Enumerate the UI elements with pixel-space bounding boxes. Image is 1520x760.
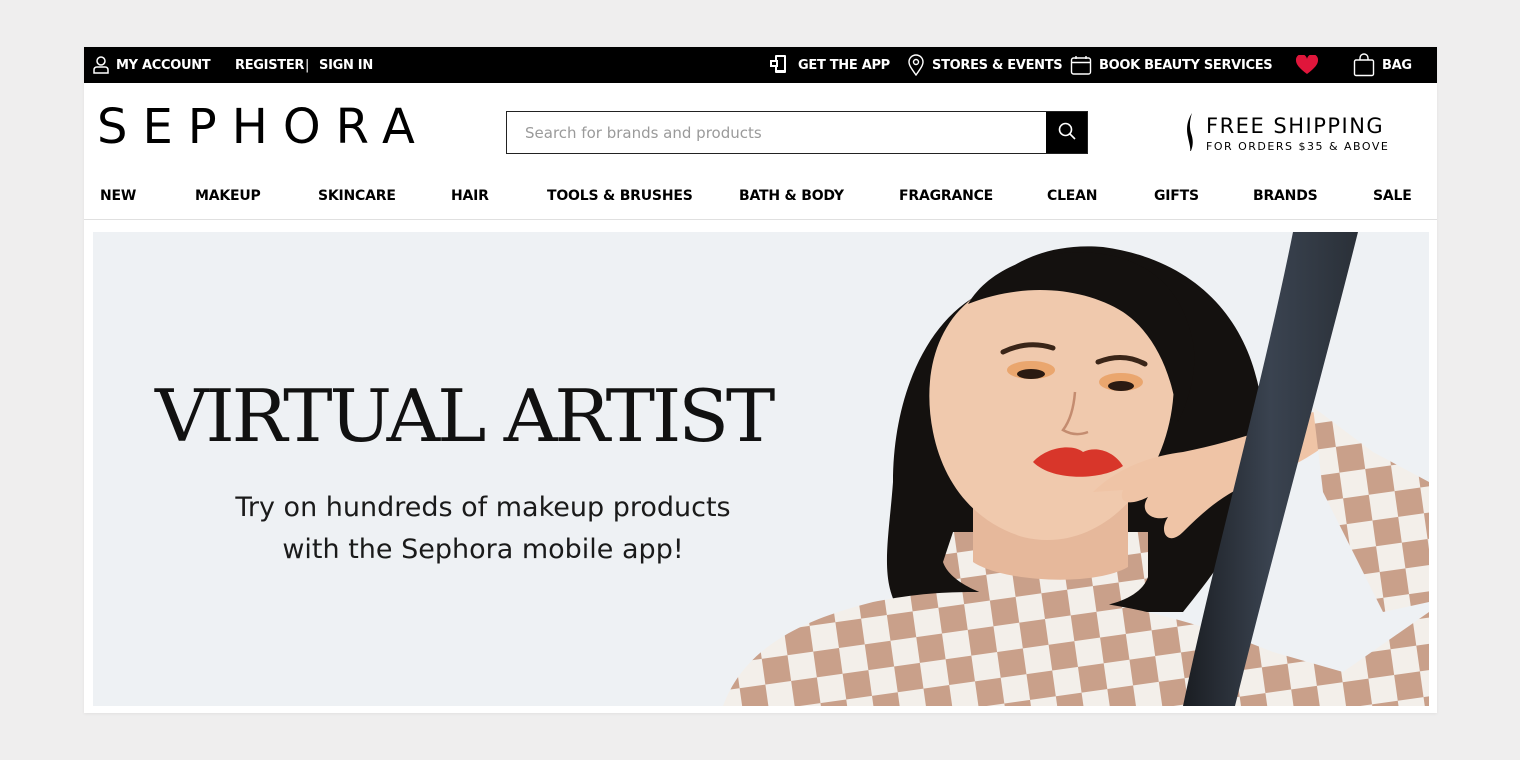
divider-bar: | (305, 57, 310, 73)
register-label: REGISTER (235, 57, 305, 73)
nav-clean[interactable]: CLEAN (1047, 188, 1098, 204)
hero-banner[interactable]: VIRTUAL ARTIST Try on hundreds of makeup… (93, 232, 1429, 706)
nav-fragrance[interactable]: FRAGRANCE (899, 188, 993, 204)
category-nav: NEW MAKEUP SKINCARE HAIR TOOLS & BRUSHES… (84, 185, 1437, 220)
nav-gifts[interactable]: GIFTS (1154, 188, 1199, 204)
bag-link[interactable]: BAG (1353, 47, 1412, 83)
shopping-bag-icon (1353, 53, 1375, 77)
nav-bath-body[interactable]: BATH & BODY (739, 188, 844, 204)
utility-bar: MY ACCOUNT REGISTER | SIGN IN GET THE AP… (84, 47, 1437, 83)
sephora-logo[interactable]: SEPHORA (97, 103, 430, 151)
account-divider: | (305, 47, 309, 83)
stores-events-link[interactable]: STORES & EVENTS (907, 47, 1063, 83)
search-button[interactable] (1046, 112, 1087, 153)
location-pin-icon (907, 54, 925, 76)
sign-in-label: SIGN IN (319, 57, 373, 73)
stores-events-label: STORES & EVENTS (932, 57, 1063, 73)
get-the-app-link[interactable]: GET THE APP (769, 47, 890, 83)
nav-makeup[interactable]: MAKEUP (195, 188, 261, 204)
sephora-flame-icon (1184, 111, 1198, 151)
my-account-link[interactable]: MY ACCOUNT (93, 47, 211, 83)
my-account-label: MY ACCOUNT (116, 57, 211, 73)
nav-brands[interactable]: BRANDS (1253, 188, 1318, 204)
free-shipping-title: FREE SHIPPING (1206, 114, 1385, 138)
nav-skincare[interactable]: SKINCARE (318, 188, 396, 204)
free-shipping-subtitle: FOR ORDERS $35 & ABOVE (1206, 140, 1390, 151)
register-link[interactable]: REGISTER (235, 47, 304, 83)
search-bar (506, 111, 1088, 154)
loves-link[interactable] (1295, 47, 1319, 83)
hero-model-image (723, 232, 1429, 706)
nav-tools-brushes[interactable]: TOOLS & BRUSHES (547, 188, 693, 204)
nav-sale[interactable]: SALE (1373, 188, 1412, 204)
get-the-app-label: GET THE APP (798, 57, 890, 73)
free-shipping-banner[interactable]: FREE SHIPPING FOR ORDERS $35 & ABOVE (1184, 111, 1399, 151)
phone-icon (769, 54, 791, 76)
book-beauty-services-label: BOOK BEAUTY SERVICES (1099, 57, 1273, 73)
search-input[interactable] (507, 112, 1046, 153)
nav-hair[interactable]: HAIR (451, 188, 489, 204)
search-icon (1057, 121, 1077, 145)
person-icon (93, 56, 109, 74)
nav-new[interactable]: NEW (100, 188, 136, 204)
page-frame: MY ACCOUNT REGISTER | SIGN IN GET THE AP… (84, 47, 1437, 713)
bag-label: BAG (1382, 57, 1412, 73)
heart-icon (1295, 55, 1319, 75)
calendar-icon (1070, 55, 1092, 75)
sign-in-link[interactable]: SIGN IN (319, 47, 373, 83)
book-beauty-services-link[interactable]: BOOK BEAUTY SERVICES (1070, 47, 1273, 83)
